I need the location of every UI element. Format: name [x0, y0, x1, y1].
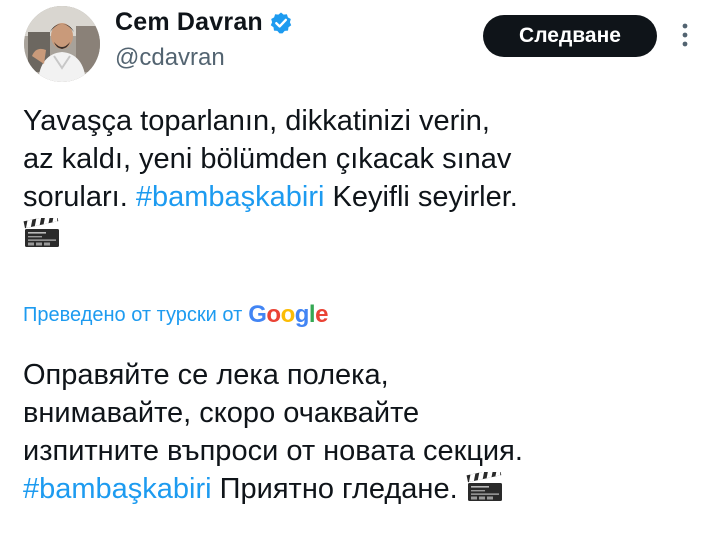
- google-logo: Google: [248, 301, 328, 328]
- author-handle[interactable]: @cdavran: [115, 44, 225, 72]
- avatar[interactable]: [24, 6, 100, 82]
- original-line: [23, 214, 703, 254]
- original-text-segment: soruları.: [23, 181, 136, 213]
- tweet: Cem Davran @cdavran Следване Yavaşça top…: [0, 0, 720, 554]
- translated-line: #bambaşkabiri Приятно гледане.: [23, 468, 703, 508]
- hashtag-link[interactable]: #bambaşkabiri: [23, 473, 212, 505]
- translated-text-segment: Приятно гледане.: [211, 473, 466, 505]
- tweet-translated-text: Оправяйте се лека полека, внимавайте, ск…: [23, 356, 703, 508]
- clapper-board-icon: [466, 468, 504, 502]
- original-text-segment: Keyifli seyirler.: [324, 181, 518, 213]
- author-name-row: Cem Davran: [115, 8, 293, 37]
- translated-line: внимавайте, скоро очаквайте: [23, 397, 420, 429]
- translated-line: изпитните въпроси от новата секция.: [23, 435, 523, 467]
- follow-button[interactable]: Следване: [483, 15, 657, 57]
- original-line: az kaldı, yeni bölümden çıkacak sınav: [23, 143, 512, 175]
- more-options-icon[interactable]: [678, 20, 692, 50]
- translation-notice[interactable]: Преведено от турски от Google: [23, 303, 328, 327]
- original-line: soruları. #bambaşkabiri Keyifli seyirler…: [23, 178, 703, 216]
- original-line: Yavaşça toparlanın, dikkatinizi verin,: [23, 105, 490, 137]
- tweet-original-text: Yavaşça toparlanın, dikkatinizi verin, a…: [23, 102, 703, 254]
- display-name[interactable]: Cem Davran: [115, 8, 263, 37]
- verified-badge-icon: [269, 11, 293, 35]
- hashtag-link[interactable]: #bambaşkabiri: [136, 181, 325, 213]
- avatar-image: [24, 6, 100, 82]
- clapper-board-icon: [23, 214, 61, 248]
- translated-line: Оправяйте се лека полека,: [23, 359, 389, 391]
- translation-notice-text: Преведено от турски от: [23, 303, 243, 326]
